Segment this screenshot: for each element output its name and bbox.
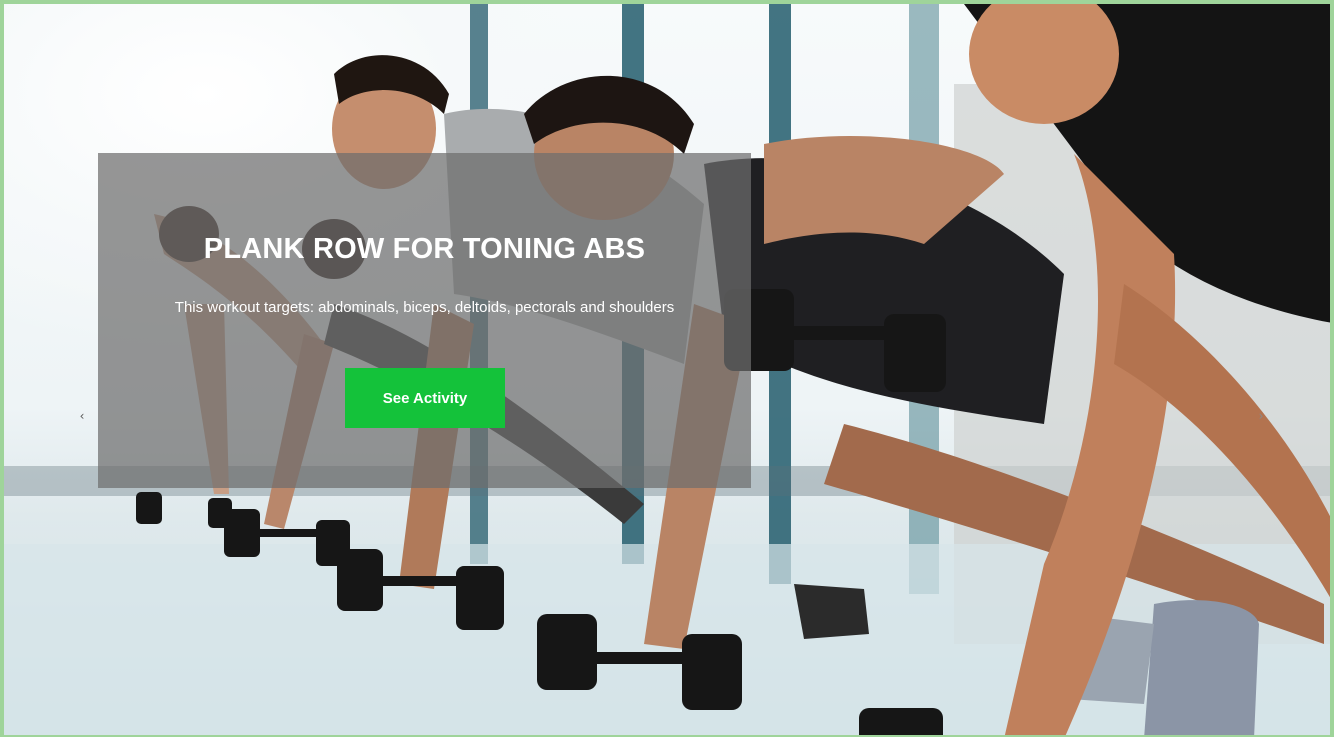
chevron-right-icon[interactable]: › <box>1251 406 1271 426</box>
slide-caption-panel: PLANK ROW FOR TONING ABS This workout ta… <box>98 153 751 488</box>
chevron-left-icon[interactable]: ‹ <box>72 406 92 426</box>
slide-title: PLANK ROW FOR TONING ABS <box>203 233 646 265</box>
carousel-frame: PLANK ROW FOR TONING ABS This workout ta… <box>0 0 1334 737</box>
see-activity-button[interactable]: See Activity <box>345 368 505 428</box>
slide-description: This workout targets: abdominals, biceps… <box>174 299 675 316</box>
